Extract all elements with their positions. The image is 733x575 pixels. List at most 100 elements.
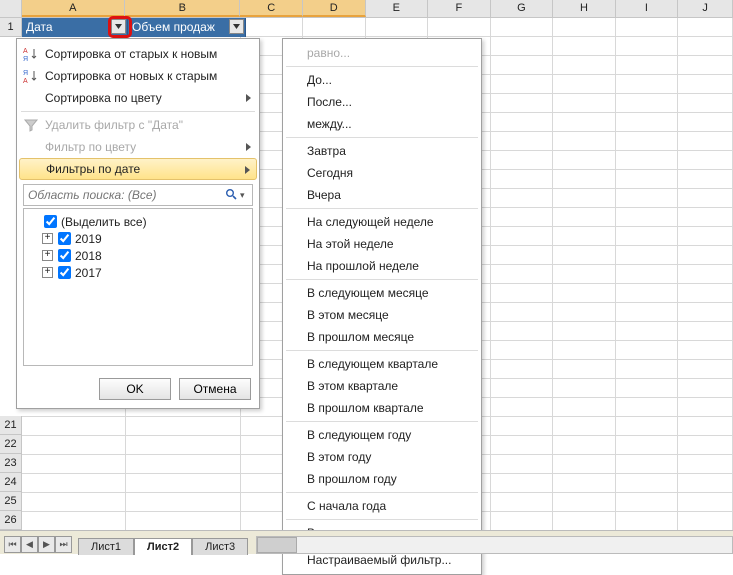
sheet-tab-bar: ⏮ ◀ ▶ ⏭ Лист1 Лист2 Лист3	[0, 530, 733, 554]
svg-text:Я: Я	[23, 70, 28, 77]
table-header-row: Дата Объем продаж	[22, 18, 246, 37]
filter-by-color: Фильтр по цвету	[17, 136, 259, 158]
table-header-sales: Объем продаж	[128, 18, 246, 37]
sm-yesterday[interactable]: Вчера	[283, 184, 481, 206]
sm-last-year[interactable]: В прошлом году	[283, 468, 481, 490]
row-header[interactable]: 22	[0, 435, 22, 454]
sm-year-to-date[interactable]: С начала года	[283, 495, 481, 517]
date-filters[interactable]: Фильтры по дате	[19, 158, 257, 180]
row-header[interactable]: 23	[0, 454, 22, 473]
col-header-j[interactable]: J	[678, 0, 733, 17]
ok-button[interactable]: OK	[99, 378, 171, 400]
column-header-row: A B C D E F G H I J	[0, 0, 733, 18]
sort-newest-oldest[interactable]: ЯА Сортировка от новых к старым	[17, 65, 259, 87]
row-header[interactable]: 24	[0, 473, 22, 492]
sm-last-quarter[interactable]: В прошлом квартале	[283, 397, 481, 419]
menu-separator	[286, 519, 478, 520]
expand-icon[interactable]: +	[42, 233, 53, 244]
sm-this-week[interactable]: На этой неделе	[283, 233, 481, 255]
search-dropdown-icon[interactable]: ▾	[240, 190, 252, 201]
filter-search[interactable]: ▾	[23, 184, 253, 206]
tree-label: 2019	[75, 232, 102, 246]
sm-this-year[interactable]: В этом году	[283, 446, 481, 468]
tree-select-all[interactable]: (Выделить все)	[28, 213, 248, 230]
svg-text:А: А	[23, 48, 28, 55]
sort-desc-icon: ЯА	[23, 68, 39, 84]
col-header-a[interactable]: A	[22, 0, 126, 17]
sm-next-month[interactable]: В следующем месяце	[283, 282, 481, 304]
col-header-f[interactable]: F	[428, 0, 491, 17]
sm-next-week[interactable]: На следующей неделе	[283, 211, 481, 233]
menu-label: Фильтры по дате	[46, 162, 140, 176]
sm-this-quarter[interactable]: В этом квартале	[283, 375, 481, 397]
select-all-corner[interactable]	[0, 0, 22, 17]
sm-next-quarter[interactable]: В следующем квартале	[283, 353, 481, 375]
search-icon[interactable]	[222, 188, 240, 203]
sort-oldest-newest[interactable]: АЯ Сортировка от старых к новым	[17, 43, 259, 65]
sheet-tab[interactable]: Лист3	[192, 538, 248, 555]
clear-filter-icon	[23, 117, 39, 133]
sm-last-month[interactable]: В прошлом месяце	[283, 326, 481, 348]
filter-dropdown-button[interactable]	[111, 19, 126, 34]
sm-this-month[interactable]: В этом месяце	[283, 304, 481, 326]
menu-label: Сортировка по цвету	[45, 91, 162, 105]
col-header-g[interactable]: G	[491, 0, 554, 17]
svg-text:Я: Я	[23, 56, 28, 62]
col-header-e[interactable]: E	[366, 0, 429, 17]
menu-separator	[286, 137, 478, 138]
menu-separator	[286, 492, 478, 493]
tree-year[interactable]: + 2018	[28, 247, 248, 264]
sm-before[interactable]: До...	[283, 69, 481, 91]
tab-nav-first-icon[interactable]: ⏮	[4, 536, 21, 553]
menu-separator	[21, 111, 255, 112]
checkbox[interactable]	[44, 215, 57, 228]
scrollbar-thumb[interactable]	[257, 537, 297, 553]
table-header-date: Дата	[22, 18, 128, 37]
col-header-c[interactable]: C	[240, 0, 303, 17]
menu-label: Фильтр по цвету	[45, 140, 136, 154]
dialog-buttons: OK Отмена	[17, 372, 259, 408]
sm-equals[interactable]: равно...	[283, 42, 481, 64]
horizontal-scrollbar[interactable]	[256, 536, 733, 554]
tab-nav-last-icon[interactable]: ⏭	[55, 536, 72, 553]
sort-by-color[interactable]: Сортировка по цвету	[17, 87, 259, 109]
menu-separator	[286, 279, 478, 280]
sheet-tab-active[interactable]: Лист2	[134, 538, 192, 555]
tree-year[interactable]: + 2019	[28, 230, 248, 247]
row-header[interactable]: 25	[0, 492, 22, 511]
clear-filter: Удалить фильтр с "Дата"	[17, 114, 259, 136]
checkbox[interactable]	[58, 249, 71, 262]
filter-dropdown-button[interactable]	[229, 19, 244, 34]
menu-label: Сортировка от новых к старым	[45, 69, 217, 83]
checkbox[interactable]	[58, 232, 71, 245]
row-header[interactable]: 21	[0, 416, 22, 435]
sm-next-year[interactable]: В следующем году	[283, 424, 481, 446]
tab-nav-next-icon[interactable]: ▶	[38, 536, 55, 553]
row-header[interactable]: 26	[0, 511, 22, 530]
cancel-button[interactable]: Отмена	[179, 378, 251, 400]
tree-label: (Выделить все)	[61, 215, 147, 229]
sm-tomorrow[interactable]: Завтра	[283, 140, 481, 162]
header-label: Объем продаж	[132, 20, 215, 34]
sm-after[interactable]: После...	[283, 91, 481, 113]
col-header-d[interactable]: D	[303, 0, 366, 17]
checkbox[interactable]	[58, 266, 71, 279]
sort-asc-icon: АЯ	[23, 46, 39, 62]
expand-icon[interactable]: +	[42, 250, 53, 261]
row-numbers-lower: 21 22 23 24 25 26	[0, 416, 22, 530]
expand-icon[interactable]: +	[42, 267, 53, 278]
filter-search-input[interactable]	[24, 188, 222, 202]
header-label: Дата	[26, 20, 53, 34]
tab-nav-prev-icon[interactable]: ◀	[21, 536, 38, 553]
sm-today[interactable]: Сегодня	[283, 162, 481, 184]
sm-between[interactable]: между...	[283, 113, 481, 135]
menu-separator	[286, 208, 478, 209]
col-header-i[interactable]: I	[616, 0, 679, 17]
tree-year[interactable]: + 2017	[28, 264, 248, 281]
col-header-h[interactable]: H	[553, 0, 616, 17]
sheet-tab[interactable]: Лист1	[78, 538, 134, 555]
filter-values-tree[interactable]: (Выделить все) + 2019 + 2018 + 2017	[23, 208, 253, 366]
col-header-b[interactable]: B	[125, 0, 240, 17]
row-header[interactable]: 1	[0, 18, 22, 37]
sm-last-week[interactable]: На прошлой неделе	[283, 255, 481, 277]
